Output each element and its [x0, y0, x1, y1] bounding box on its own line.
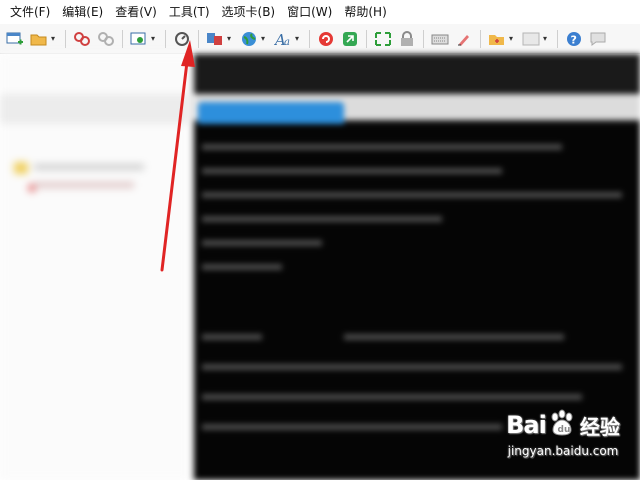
font-dropdown-icon[interactable]: ▾ [295, 34, 302, 43]
open-dropdown-icon[interactable]: ▾ [51, 34, 58, 43]
toolbar-separator [165, 29, 166, 48]
disconnect-icon[interactable] [96, 29, 116, 49]
panel-header [0, 94, 190, 124]
toolbar-separator [480, 29, 481, 48]
chat-icon[interactable] [588, 29, 608, 49]
svg-text:du: du [557, 425, 570, 435]
baidu-jingyan-watermark: Bai du 经验 jingyan.baidu.com [488, 408, 638, 478]
menu-edit[interactable]: 编辑(E) [56, 0, 109, 24]
xftp-icon[interactable] [340, 29, 360, 49]
menu-file[interactable]: 文件(F) [4, 0, 56, 24]
toolbar-separator [423, 29, 424, 48]
fullscreen-icon[interactable] [373, 29, 393, 49]
transfer-icon[interactable] [205, 29, 225, 49]
menu-view[interactable]: 查看(V) [109, 0, 163, 24]
menu-window[interactable]: 窗口(W) [281, 0, 338, 24]
toolbar-separator [309, 29, 310, 48]
layout-icon[interactable] [521, 29, 541, 49]
highlight-icon[interactable] [454, 29, 474, 49]
session-manager-panel [0, 54, 190, 480]
new-session-icon[interactable] [5, 29, 25, 49]
toolbar-separator [65, 29, 66, 48]
folder-icon [14, 162, 28, 174]
toolbar-separator [198, 29, 199, 48]
watermark-brand-left: Bai [506, 411, 547, 439]
lock-icon[interactable] [397, 29, 417, 49]
toolbar-separator [366, 29, 367, 48]
watermark-brand-right: 经验 [579, 414, 620, 439]
keyboard-icon[interactable] [430, 29, 450, 49]
watermark-url: jingyan.baidu.com [507, 444, 619, 458]
menu-help[interactable]: 帮助(H) [338, 0, 392, 24]
session-settings-icon[interactable] [129, 29, 149, 49]
new-tab-icon[interactable] [487, 29, 507, 49]
toolbar-separator [122, 29, 123, 48]
menu-bar: 文件(F) 编辑(E) 查看(V) 工具(T) 选项卡(B) 窗口(W) 帮助(… [0, 0, 640, 24]
font-icon[interactable]: Aa [273, 29, 293, 49]
help-icon[interactable]: ? [564, 29, 584, 49]
connect-icon[interactable] [72, 29, 92, 49]
settings-dropdown-icon[interactable]: ▾ [151, 34, 158, 43]
globe-dropdown-icon[interactable]: ▾ [261, 34, 268, 43]
svg-text:a: a [284, 37, 290, 47]
open-folder-icon[interactable] [29, 29, 49, 49]
menu-tabs[interactable]: 选项卡(B) [216, 0, 282, 24]
script-icon[interactable] [316, 29, 336, 49]
toolbar-separator [557, 29, 558, 48]
active-session-tab[interactable] [198, 102, 344, 124]
tree-item [34, 182, 134, 188]
reconnect-icon[interactable] [172, 29, 192, 49]
tree-item [34, 164, 144, 170]
layout-dropdown-icon[interactable]: ▾ [543, 34, 550, 43]
svg-text:?: ? [571, 33, 577, 46]
paw-icon: du [547, 408, 577, 442]
transfer-dropdown-icon[interactable]: ▾ [227, 34, 234, 43]
menu-tools[interactable]: 工具(T) [163, 0, 216, 24]
globe-icon[interactable] [239, 29, 259, 49]
toolbar: ▾ ▾ ▾ ▾ Aa ▾ ▾ ▾ ? [0, 24, 640, 54]
new-tab-dropdown-icon[interactable]: ▾ [509, 34, 516, 43]
